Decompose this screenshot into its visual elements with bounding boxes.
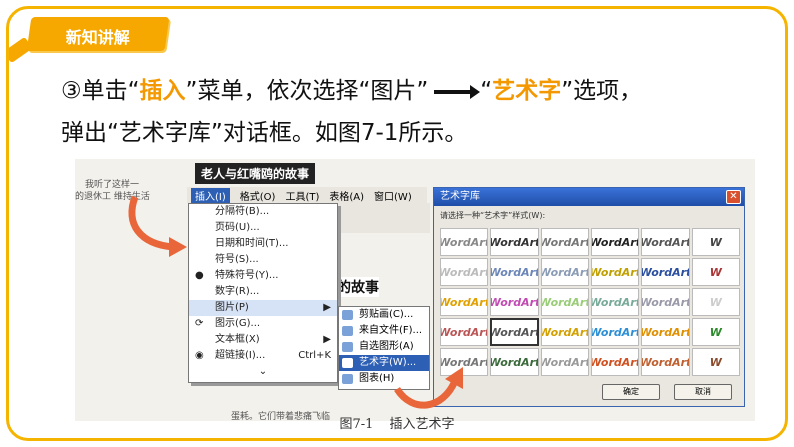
wordart-style-cell[interactable]: W	[691, 228, 740, 256]
submenu-arrow-icon: ▶	[323, 334, 331, 345]
wordart-style-cell[interactable]: WordArt	[590, 288, 640, 316]
wordart-style-cell[interactable]: WordArt	[540, 288, 589, 316]
wordart-style-cell[interactable]: WordArt	[440, 288, 489, 316]
shapes-icon	[342, 342, 353, 352]
submenu-from-file[interactable]: 来自文件(F)...	[339, 323, 429, 339]
menu-item-special-symbol[interactable]: ● 特殊符号(Y)...	[189, 268, 337, 284]
wordart-style-cell[interactable]: W	[691, 318, 740, 346]
instruction-line-1: ③单击“插入”菜单，依次选择“图片” “艺术字”选项，	[61, 71, 642, 105]
submenu-clipart[interactable]: 剪贴画(C)...	[339, 307, 429, 323]
wordart-style-cell[interactable]: WordArt	[490, 258, 539, 286]
menu-item-number[interactable]: 数字(R)...	[189, 284, 337, 300]
wordart-style-cell[interactable]: WordArt	[540, 348, 589, 376]
dialog-titlebar: 艺术字库 ✕	[434, 188, 744, 206]
menu-table[interactable]: 表格(A)	[329, 188, 364, 203]
wordart-style-cell[interactable]: W	[691, 288, 740, 316]
wordart-style-cell[interactable]: W	[691, 348, 740, 376]
wordart-style-cell[interactable]: WordArt	[641, 318, 690, 346]
wordart-style-cell[interactable]: WordArt	[490, 288, 539, 316]
highlight-wordart: 艺术字	[492, 78, 562, 104]
wordart-style-cell[interactable]: WordArt	[440, 318, 489, 346]
instruction-line-2: 弹出“艺术字库”对话框。如图7-1所示。	[61, 120, 468, 146]
wordart-style-cell[interactable]: WordArt	[641, 228, 690, 256]
wordart-style-grid: WordArt WordArt WordArt WordArt WordArt W Word…	[440, 228, 740, 376]
wordart-style-cell[interactable]: WordArt	[540, 258, 589, 286]
instruction-text: ”选项，	[561, 78, 643, 104]
highlight-insert: 插入	[139, 78, 186, 104]
wordart-style-cell[interactable]: WordArt	[590, 228, 640, 256]
wordart-style-cell[interactable]: WordArt	[490, 228, 539, 256]
menu-item-date-time[interactable]: 日期和时间(T)...	[189, 236, 337, 252]
close-icon[interactable]: ✕	[726, 190, 741, 204]
wordart-gallery-dialog: 艺术字库 ✕ 请选择一种“艺术字”样式(W): WordArt WordArt Wo…	[433, 187, 745, 407]
shortcut-label: Ctrl+K	[298, 350, 331, 361]
step-number: ③	[61, 78, 82, 104]
story-heading: 的故事	[337, 277, 379, 297]
wordart-style-cell[interactable]: WordArt	[540, 318, 589, 346]
instruction-text: 单击“	[81, 78, 140, 104]
insert-menu: 分隔符(B)... 页码(U)... 日期和时间(T)... 符号(S)... …	[188, 203, 338, 383]
wordart-style-cell[interactable]: WordArt	[590, 318, 640, 346]
toolbar	[338, 203, 430, 233]
expand-menu-icon[interactable]: ⌄	[189, 364, 337, 380]
diagram-icon: ⟳	[195, 318, 204, 329]
dialog-prompt: 请选择一种“艺术字”样式(W):	[440, 211, 546, 220]
bullet-icon: ●	[195, 270, 204, 281]
instruction-text: ”菜单，依次选择“图片”	[185, 78, 429, 104]
file-icon	[342, 326, 353, 336]
wordart-style-cell[interactable]: WordArt	[590, 258, 640, 286]
wordart-style-cell[interactable]: WordArt	[490, 348, 539, 376]
globe-icon: ◉	[195, 350, 204, 361]
wordart-style-cell[interactable]: WordArt	[440, 258, 489, 286]
figure-number: 图7-1	[339, 417, 374, 432]
wordart-style-cell[interactable]: WordArt	[590, 348, 640, 376]
arrow-icon	[434, 84, 481, 99]
wordart-style-cell[interactable]: WordArt	[641, 288, 690, 316]
wordart-style-cell[interactable]: WordArt	[540, 228, 589, 256]
badge-label: 新知讲解	[65, 28, 130, 47]
wordart-style-cell[interactable]: WordArt	[641, 258, 690, 286]
menu-item-textbox[interactable]: 文本框(X) ▶	[189, 332, 337, 348]
figure-title: 插入艺术字	[389, 417, 455, 432]
menu-bar: 插入(I) 格式(O) 工具(T) 表格(A) 窗口(W)	[187, 187, 427, 203]
menu-window[interactable]: 窗口(W)	[374, 188, 412, 203]
section-badge: 新知讲解	[26, 17, 170, 51]
chart-icon	[342, 374, 353, 384]
ok-button[interactable]: 确定	[602, 384, 660, 400]
menu-tools[interactable]: 工具(T)	[285, 188, 319, 203]
wordart-style-cell[interactable]: WordArt	[490, 318, 539, 346]
clipart-icon	[342, 310, 353, 320]
menu-item-symbol[interactable]: 符号(S)...	[189, 252, 337, 268]
curved-arrow-icon	[394, 367, 463, 409]
cancel-button[interactable]: 取消	[674, 384, 732, 400]
wordart-icon	[342, 358, 353, 368]
wordart-style-cell[interactable]: WordArt	[641, 348, 690, 376]
instruction-text: “	[480, 78, 493, 104]
slide-frame: 新知讲解 ③单击“插入”菜单，依次选择“图片” “艺术字”选项， 弹出“艺术字库”…	[6, 6, 788, 441]
menu-format[interactable]: 格式(O)	[240, 188, 276, 203]
figure-caption: 图7-1 插入艺术字	[9, 413, 785, 432]
menu-item-page-number[interactable]: 页码(U)...	[189, 220, 337, 236]
document-title: 老人与红嘴鸥的故事	[195, 163, 316, 184]
curved-arrow-icon	[128, 195, 187, 257]
submenu-arrow-icon: ▶	[323, 302, 331, 313]
menu-insert[interactable]: 插入(I)	[191, 187, 230, 203]
menu-item-picture[interactable]: 图片(P) ▶	[189, 300, 337, 316]
wordart-style-cell[interactable]: W	[691, 258, 740, 286]
menu-item-hyperlink[interactable]: ◉ 超链接(I)... Ctrl+K	[189, 348, 337, 364]
dialog-title: 艺术字库	[440, 191, 480, 202]
menu-item-break[interactable]: 分隔符(B)...	[189, 204, 337, 220]
wordart-style-cell[interactable]: WordArt	[440, 228, 489, 256]
submenu-autoshapes[interactable]: 自选图形(A)	[339, 339, 429, 355]
screenshot-figure: 我听了这样一 的退休工 维持生活 蛋耗。它们带着悲痛飞临 老人与红嘴鸥的故事 的…	[75, 159, 755, 422]
menu-item-diagram[interactable]: ⟳ 图示(G)...	[189, 316, 337, 332]
